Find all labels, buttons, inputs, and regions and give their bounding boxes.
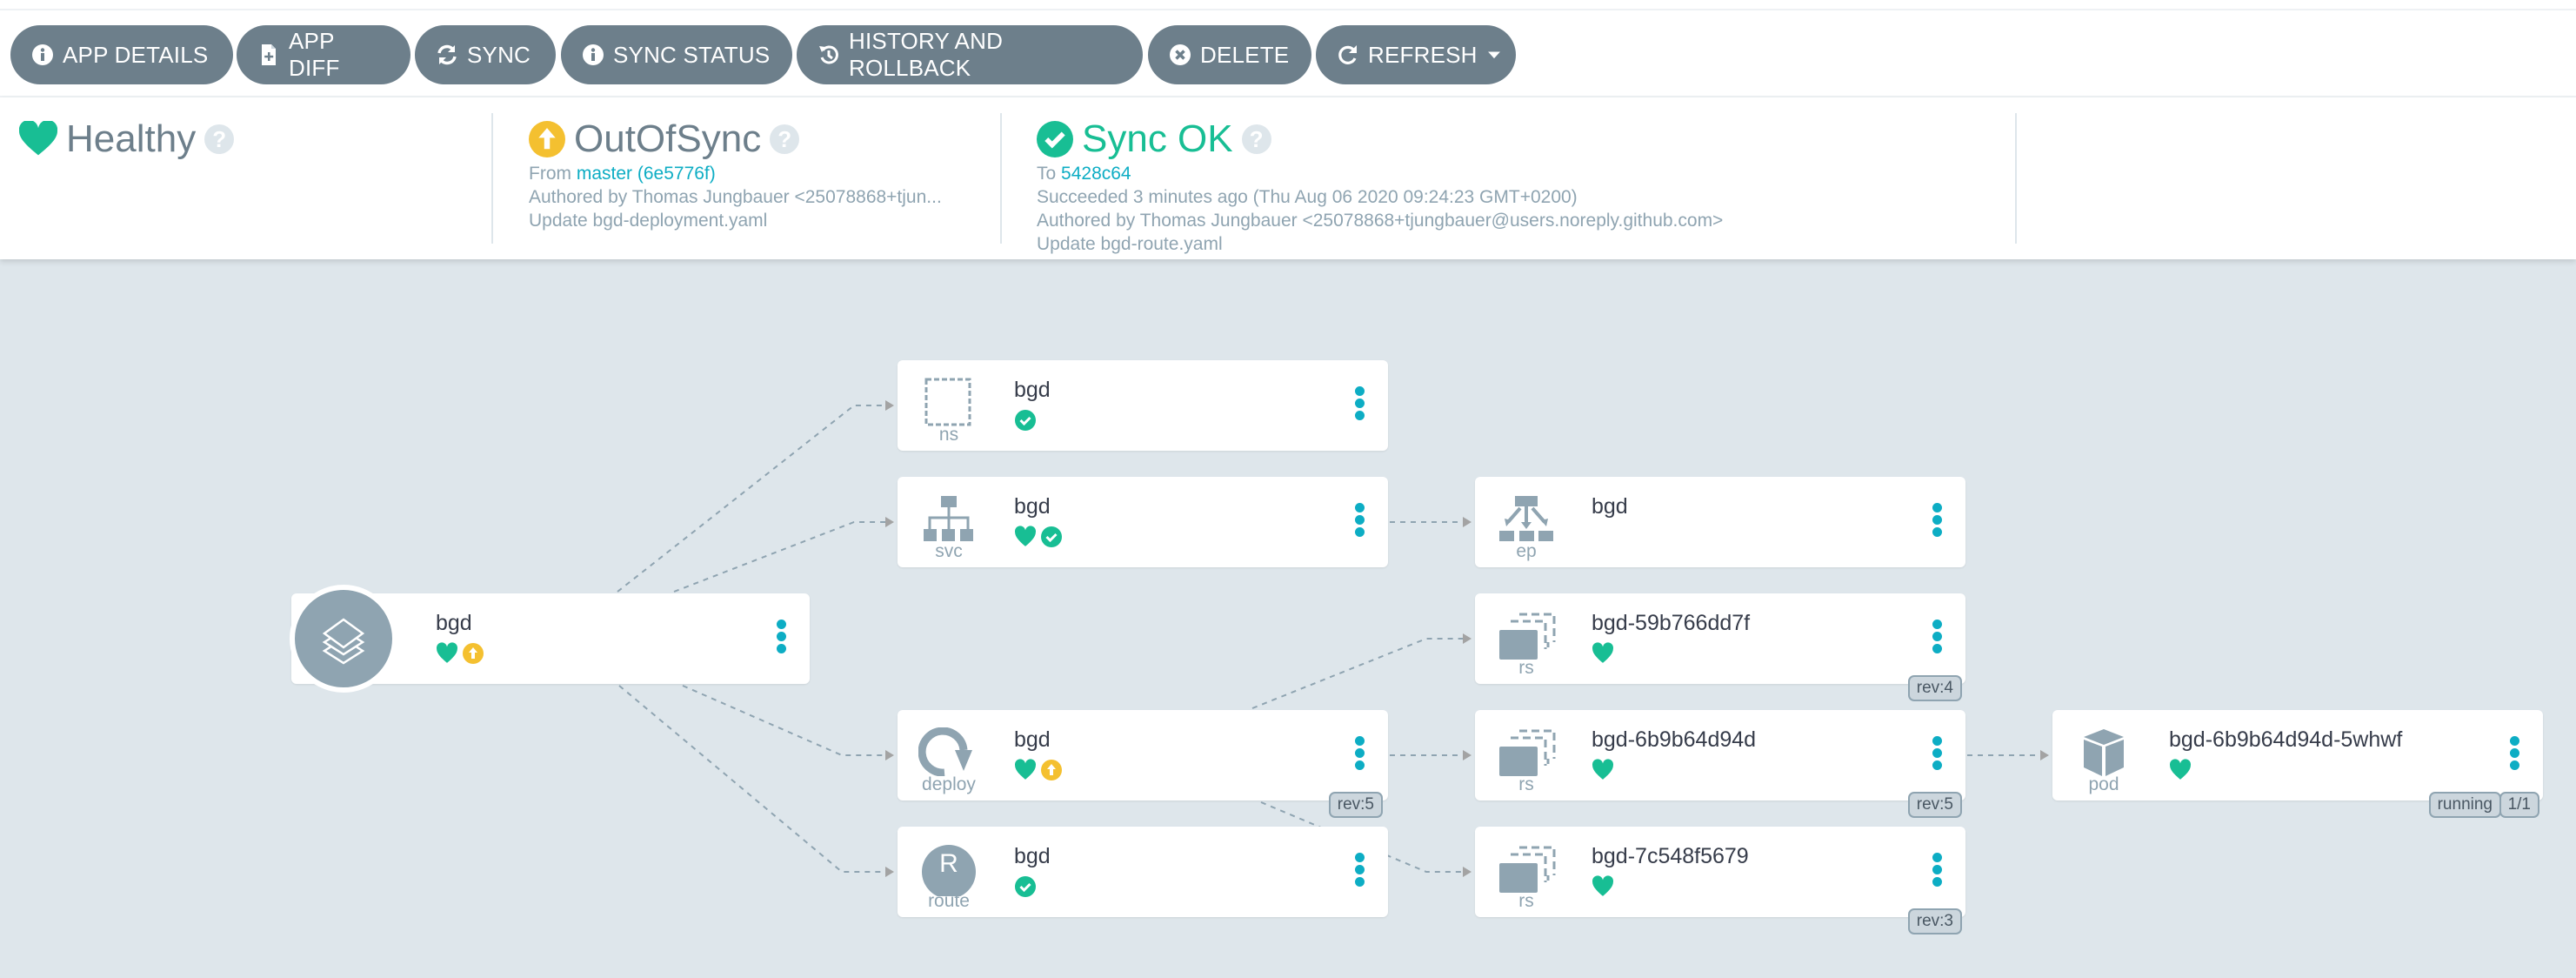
resource-node-pod[interactable]: pod bgd-6b9b64d94d-5whwf running 1/1 [2052,710,2543,818]
pod-icon [2084,729,2124,776]
endpoints-icon [1499,496,1553,541]
node-menu-button[interactable] [777,620,787,653]
revision-tag: rev:5 [1907,792,1962,818]
node-kind: route [928,891,970,911]
arrow-circle-up-icon [1041,760,1062,780]
heart-icon [1592,642,1614,663]
application-node[interactable]: bgd [290,585,810,693]
node-menu-button[interactable] [1355,386,1365,420]
node-status [436,642,484,665]
resource-node-route[interactable]: R route bgd [898,827,1388,917]
node-name: bgd-6b9b64d94d-5whwf [2169,727,2403,752]
node-status [1592,875,1614,898]
arrow-circle-up-icon [463,643,484,664]
node-name: bgd [436,611,472,635]
node-status [1014,759,1063,781]
node-name: bgd-6b9b64d94d [1592,727,1757,752]
node-menu-button[interactable] [1932,736,1943,770]
node-name: bgd [1592,494,1628,519]
resource-node-rs[interactable]: rs bgd-59b766dd7f rev:4 [1475,593,1965,701]
revision-tag: rev:3 [1907,908,1962,934]
node-name: bgd [1014,494,1051,519]
check-circle-icon [1041,526,1062,547]
node-name: bgd [1014,727,1051,752]
node-status [1592,642,1614,665]
node-status [2169,759,2192,781]
node-kind: rs [1518,891,1534,911]
node-menu-button[interactable] [1355,503,1365,537]
edge-app-route [618,685,894,877]
node-kind: svc [935,541,963,561]
node-name: bgd-59b766dd7f [1592,611,1751,635]
replicaset-icon [1499,613,1556,660]
heart-icon [436,642,458,663]
resource-node-deploy[interactable]: deploy bgd rev:5 [898,710,1388,818]
resource-node-ns[interactable]: ns bgd [898,360,1388,451]
node-kind: ep [1516,541,1537,561]
node-menu-button[interactable] [1355,736,1365,770]
heart-icon [1592,759,1614,780]
edge-app-svc [673,517,894,593]
resource-node-ep[interactable]: ep bgd [1475,477,1965,567]
edge-deploy-rs1 [1251,633,1472,709]
node-menu-button[interactable] [1932,620,1943,653]
edge-app-deploy [682,685,894,760]
app-icon [290,585,397,693]
node-name: bgd [1014,844,1051,868]
node-kind: deploy [922,774,976,794]
node-name: bgd-7c548f5679 [1592,844,1749,868]
node-kind: rs [1518,774,1534,794]
resource-node-rs[interactable]: rs bgd-6b9b64d94d rev:5 [1475,710,1965,818]
node-menu-button[interactable] [1355,853,1365,887]
node-kind: ns [938,425,959,445]
node-menu-button[interactable] [1932,503,1943,537]
revision-tag: rev:4 [1907,675,1962,701]
replicaset-icon [1499,729,1556,776]
check-circle-icon [1015,410,1036,431]
heart-icon [1592,875,1614,896]
replicaset-icon [1499,846,1556,893]
node-name: bgd [1014,378,1051,402]
check-circle-icon [1015,876,1036,897]
node-status [1014,409,1037,432]
node-kind: pod [2088,774,2119,794]
node-menu-button[interactable] [2510,736,2520,770]
node-menu-button[interactable] [1932,853,1943,887]
heart-icon [2169,759,2192,780]
edge-app-ns [617,400,894,593]
deployment-icon [918,727,972,776]
node-status [1592,759,1614,781]
layers-icon [322,618,365,665]
pod-ready-tag: 1/1 [2499,792,2539,818]
node-kind: rs [1518,658,1534,678]
namespace-icon [924,378,971,426]
node-status [1014,526,1063,548]
route-icon-letter: R [939,849,958,878]
pod-phase-tag: running [2428,792,2501,818]
heart-icon [1014,526,1037,546]
resource-node-rs[interactable]: rs bgd-7c548f5679 rev:3 [1475,827,1965,934]
node-status [1014,875,1037,898]
revision-tag: rev:5 [1328,792,1383,818]
heart-icon [1014,759,1037,780]
service-icon [924,496,973,541]
resource-node-svc[interactable]: svc bgd [898,477,1388,567]
